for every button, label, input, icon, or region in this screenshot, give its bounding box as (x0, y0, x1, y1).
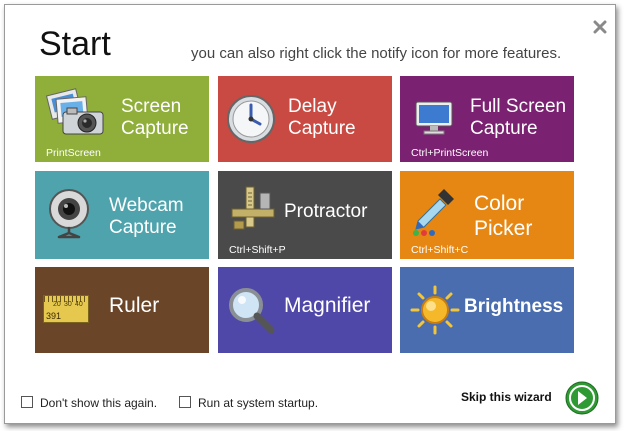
skip-wizard-link[interactable]: Skip this wizard (461, 390, 552, 404)
tile-label: Screen Capture (121, 96, 189, 139)
close-icon[interactable] (593, 20, 607, 34)
ruler-tick-label: 20 (53, 301, 61, 308)
tile-screen-capture[interactable]: Screen Capture PrintScreen (35, 76, 209, 162)
tile-label: Magnifier (284, 294, 371, 317)
checkbox-box[interactable] (21, 396, 33, 408)
tile-shortcut: Ctrl+Shift+C (411, 244, 469, 256)
tile-color-picker[interactable]: Color Picker Ctrl+Shift+C (400, 171, 574, 259)
tile-protractor[interactable]: Protractor Ctrl+Shift+P (218, 171, 392, 259)
page-subtitle: you can also right click the notify icon… (191, 45, 562, 62)
ruler-value: 391 (46, 311, 62, 321)
tile-label: Protractor (284, 201, 368, 222)
tile-label: Webcam Capture (109, 195, 184, 238)
run-at-startup-label: Run at system startup. (198, 396, 319, 410)
run-at-startup-checkbox[interactable]: Run at system startup. (179, 396, 318, 410)
monitor-icon (415, 101, 453, 135)
tile-label: Brightness (464, 296, 564, 317)
tile-label: Delay Capture (288, 96, 356, 139)
caliper-icon (231, 186, 275, 230)
tile-label: Full Screen Capture (470, 96, 567, 139)
webcam-icon (49, 189, 89, 239)
tile-magnifier[interactable]: Magnifier (218, 267, 392, 353)
dont-show-checkbox[interactable]: Don't show this again. (21, 396, 157, 410)
page-title: Start (39, 25, 111, 63)
tile-full-screen-capture[interactable]: Full Screen Capture Ctrl+PrintScreen (400, 76, 574, 162)
tile-brightness[interactable]: Brightness (400, 267, 574, 353)
tile-shortcut: Ctrl+Shift+P (229, 244, 286, 256)
ruler-tick-label: 40 (75, 301, 83, 308)
tile-label: Color Picker (474, 192, 533, 240)
checkbox-box[interactable] (179, 396, 191, 408)
tile-ruler[interactable]: 20 30 40 391 Ruler (35, 267, 209, 353)
photos-camera-icon (45, 88, 104, 135)
ruler-tick-label: 30 (64, 301, 72, 308)
tile-label: Ruler (109, 294, 160, 317)
tile-shortcut: PrintScreen (46, 147, 101, 159)
magnifier-icon (229, 288, 275, 334)
dont-show-label: Don't show this again. (40, 396, 158, 410)
tile-webcam-capture[interactable]: Webcam Capture (35, 171, 209, 259)
sun-icon (410, 285, 460, 335)
tile-delay-capture[interactable]: Delay Capture (218, 76, 392, 162)
eyedropper-icon (413, 189, 454, 236)
clock-icon (227, 95, 275, 143)
next-arrow-icon[interactable] (565, 381, 599, 415)
start-wizard-window: Start you can also right click the notif… (4, 4, 616, 424)
ruler-icon: 20 30 40 391 (43, 295, 89, 323)
tile-shortcut: Ctrl+PrintScreen (411, 147, 489, 159)
